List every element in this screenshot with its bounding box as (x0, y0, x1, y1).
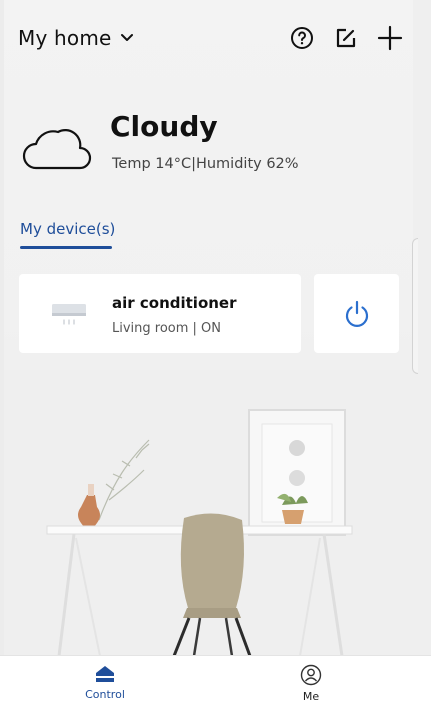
device-name: air conditioner (112, 294, 237, 312)
home-title: My home (18, 26, 112, 50)
device-card[interactable]: air conditioner Living room | ON (19, 274, 301, 353)
device-tabs: My device(s) (20, 220, 115, 249)
chevron-down-icon (120, 34, 133, 41)
help-icon[interactable] (288, 24, 316, 52)
air-conditioner-icon (52, 304, 86, 325)
header: My home (18, 24, 404, 58)
power-button[interactable] (314, 274, 399, 353)
header-actions (272, 24, 404, 52)
add-icon[interactable] (376, 24, 404, 52)
cloud-icon (22, 129, 92, 170)
nav-control[interactable]: Control (65, 664, 145, 701)
weather-widget: Cloudy Temp 14°C|Humidity 62% (22, 110, 362, 180)
edit-icon[interactable] (332, 24, 360, 52)
bottom-nav: Control Me (0, 655, 431, 716)
room-illustration (4, 370, 413, 656)
weather-condition: Cloudy (110, 110, 218, 143)
nav-me[interactable]: Me (271, 664, 351, 703)
home-icon (96, 666, 114, 682)
side-drawer-handle[interactable] (412, 238, 418, 374)
tab-my-devices[interactable]: My device(s) (20, 220, 115, 249)
nav-me-label: Me (302, 690, 320, 703)
app-screen: My home Cloudy Temp 14°C|Humidity 62% My… (4, 0, 413, 716)
power-icon (345, 300, 368, 327)
user-icon (300, 664, 322, 686)
nav-control-label: Control (85, 688, 125, 701)
home-switcher[interactable]: My home (18, 26, 134, 50)
device-status: Living room | ON (112, 321, 222, 336)
weather-details: Temp 14°C|Humidity 62% (112, 156, 299, 172)
